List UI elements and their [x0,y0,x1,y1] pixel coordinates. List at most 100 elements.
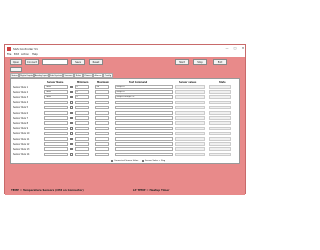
sensor-name-field[interactable] [44,116,68,120]
text-command-field[interactable] [115,105,173,110]
maximum-field[interactable] [95,137,109,141]
sensor-name-checkbox[interactable] [70,90,73,94]
sensor-name-checkbox[interactable] [70,106,73,109]
sensor-name-field[interactable] [44,152,68,157]
text-command-field[interactable] [115,111,173,115]
minimum-field[interactable] [75,131,89,136]
minimum-field[interactable] [75,100,89,105]
menu-action[interactable]: Action [21,53,29,56]
state-display [209,85,231,89]
maximum-field[interactable] [95,147,109,151]
minimize-button[interactable]: — [223,46,231,51]
minimum-field[interactable] [75,152,89,157]
minimum-field[interactable] [75,126,89,131]
sensor-name-field[interactable]: TEMP [44,90,68,94]
sensor-value-display [175,100,205,105]
maximum-field[interactable] [95,131,109,136]
minimum-field[interactable] [75,137,89,141]
sensor-name-checkbox[interactable] [70,153,73,156]
text-command-field[interactable] [115,100,173,105]
main-area: Open Connect Save Reset Start Stop Exit … [5,57,245,195]
sensor-name-field[interactable] [44,100,68,105]
sensor-rule-label: Sensor Rule 8 [13,121,29,125]
maximum-field[interactable] [95,105,109,110]
exit-button[interactable]: Exit [213,59,227,65]
connect-button[interactable]: Connect [25,59,39,65]
sensor-rule-label: Sensor Rule 1 [13,85,29,89]
maximum-field[interactable] [95,142,109,146]
sensor-rule-label: Sensor Rule 6 [13,111,29,115]
sensor-name-checkbox[interactable] [70,142,73,146]
sensor-name-field[interactable]: TEMP [44,95,68,99]
sensor-name-checkbox[interactable] [70,132,73,135]
maximum-field[interactable] [95,126,109,131]
stop-button[interactable]: Stop [193,59,207,65]
reset-button[interactable]: Reset [89,59,103,65]
text-command-field[interactable]: temp<0 [115,90,173,94]
minimum-field[interactable] [75,121,89,125]
menu-help[interactable]: Help [32,53,38,56]
sensor-name-field[interactable] [44,121,68,125]
port-combo[interactable] [42,59,68,65]
minimum-field[interactable]: 0 [75,95,89,99]
sensor-name-checkbox[interactable] [70,95,73,99]
sensor-value-display [175,90,205,94]
menu-file[interactable]: File [7,53,11,56]
sensor-name-field[interactable] [44,126,68,131]
maximum-field[interactable]: 50 [95,85,109,89]
maximum-field[interactable] [95,90,109,94]
text-command-field[interactable] [115,131,173,136]
state-display [209,152,231,157]
sensor-name-checkbox[interactable] [70,127,73,130]
header-minimum: Minimum [77,81,89,84]
text-command-field[interactable] [115,152,173,157]
sensor-name-checkbox[interactable] [70,101,73,104]
maximum-field[interactable] [95,111,109,115]
text-command-field[interactable] [115,121,173,125]
maximum-field[interactable] [95,95,109,99]
text-command-field[interactable] [115,142,173,146]
sensor-name-field[interactable] [44,142,68,146]
text-command-field[interactable] [115,116,173,120]
maximum-field[interactable] [95,116,109,120]
sensor-value-display [175,126,205,131]
app-icon [7,46,11,51]
start-button[interactable]: Start [175,59,189,65]
maximum-field[interactable] [95,100,109,105]
sensor-name-field[interactable] [44,147,68,151]
sensor-name-checkbox[interactable] [70,147,73,151]
minimum-field[interactable] [75,147,89,151]
maximize-button[interactable]: □ [231,46,239,51]
open-button[interactable]: Open [10,59,22,65]
text-command-field[interactable] [115,137,173,141]
text-command-field[interactable] [115,126,173,131]
sensor-name-checkbox[interactable] [70,116,73,120]
minimum-field[interactable]: 0 [75,85,89,89]
sensor-name-checkbox[interactable] [70,137,73,141]
text-command-field[interactable]: temp1+temp2>0 [115,95,173,99]
minimum-field[interactable] [75,105,89,110]
state-display [209,131,231,136]
sensor-name-checkbox[interactable] [70,85,73,89]
minimum-field[interactable] [75,142,89,146]
sensor-name-field[interactable] [44,137,68,141]
state-display [209,100,231,105]
maximum-field[interactable] [95,121,109,125]
sensor-name-checkbox[interactable] [70,121,73,125]
minimum-field[interactable] [75,111,89,115]
maximum-field[interactable] [95,152,109,157]
menu-edit[interactable]: Edit [14,53,19,56]
sensor-name-field[interactable]: TEMP [44,85,68,89]
sensor-name-field[interactable] [44,105,68,110]
text-command-field[interactable]: temp>0 [115,85,173,89]
close-button[interactable]: ✕ [239,46,247,51]
sensor-name-field[interactable] [44,131,68,136]
small-button[interactable] [10,67,22,72]
sensor-name-field[interactable] [44,111,68,115]
sensor-rule-label: Sensor Rule 11 [13,137,30,141]
minimum-field[interactable] [75,116,89,120]
sensor-name-checkbox[interactable] [70,111,73,115]
minimum-field[interactable]: 0 [75,90,89,94]
text-command-field[interactable] [115,147,173,151]
save-button[interactable]: Save [71,59,85,65]
